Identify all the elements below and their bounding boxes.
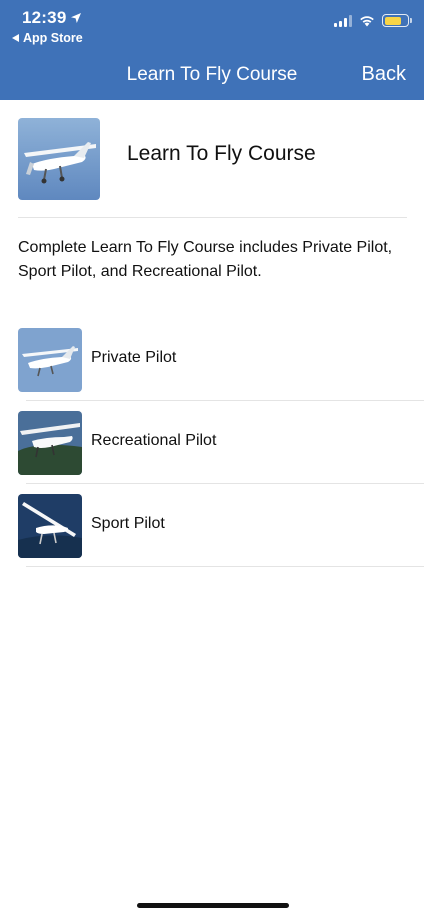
list-item-image: [18, 494, 82, 558]
course-list: Private Pilot Recreational Pilot Sport P…: [0, 318, 424, 567]
cellular-signal-icon: [334, 14, 352, 27]
status-time-text: 12:39: [22, 8, 67, 27]
course-title: Learn To Fly Course: [127, 142, 316, 165]
back-to-app-store-label: App Store: [23, 31, 83, 45]
list-item-label: Sport Pilot: [91, 515, 165, 532]
list-item-label: Private Pilot: [91, 349, 177, 366]
airplane-photo-icon: [18, 411, 82, 475]
divider: [26, 566, 424, 567]
battery-icon: [382, 14, 412, 27]
list-item-recreational-pilot[interactable]: Recreational Pilot: [0, 401, 424, 484]
nav-title: Learn To Fly Course: [126, 64, 298, 85]
list-item-private-pilot[interactable]: Private Pilot: [0, 318, 424, 401]
airplane-photo-icon: [18, 328, 82, 392]
navigation-bar: 12:39 App Store Learn To Fly Course Back: [0, 0, 424, 100]
course-header: Learn To Fly Course: [18, 118, 407, 218]
list-item-image: [18, 411, 82, 475]
list-item-sport-pilot[interactable]: Sport Pilot: [0, 484, 424, 567]
airplane-photo-icon: [18, 118, 100, 200]
status-time: 12:39: [22, 8, 82, 28]
course-image: [18, 118, 100, 200]
wifi-icon: [360, 15, 374, 26]
course-description: Complete Learn To Fly Course includes Pr…: [18, 239, 393, 280]
back-to-app-store-link[interactable]: App Store: [12, 31, 83, 45]
back-button[interactable]: Back: [362, 63, 406, 86]
status-indicators: [334, 14, 412, 27]
home-indicator[interactable]: [137, 903, 289, 908]
battery-level-fill: [384, 16, 401, 25]
list-item-image: [18, 328, 82, 392]
back-triangle-icon: [12, 34, 19, 42]
location-arrow-icon: [71, 13, 82, 23]
glider-photo-icon: [18, 494, 82, 558]
list-item-label: Recreational Pilot: [91, 432, 217, 449]
